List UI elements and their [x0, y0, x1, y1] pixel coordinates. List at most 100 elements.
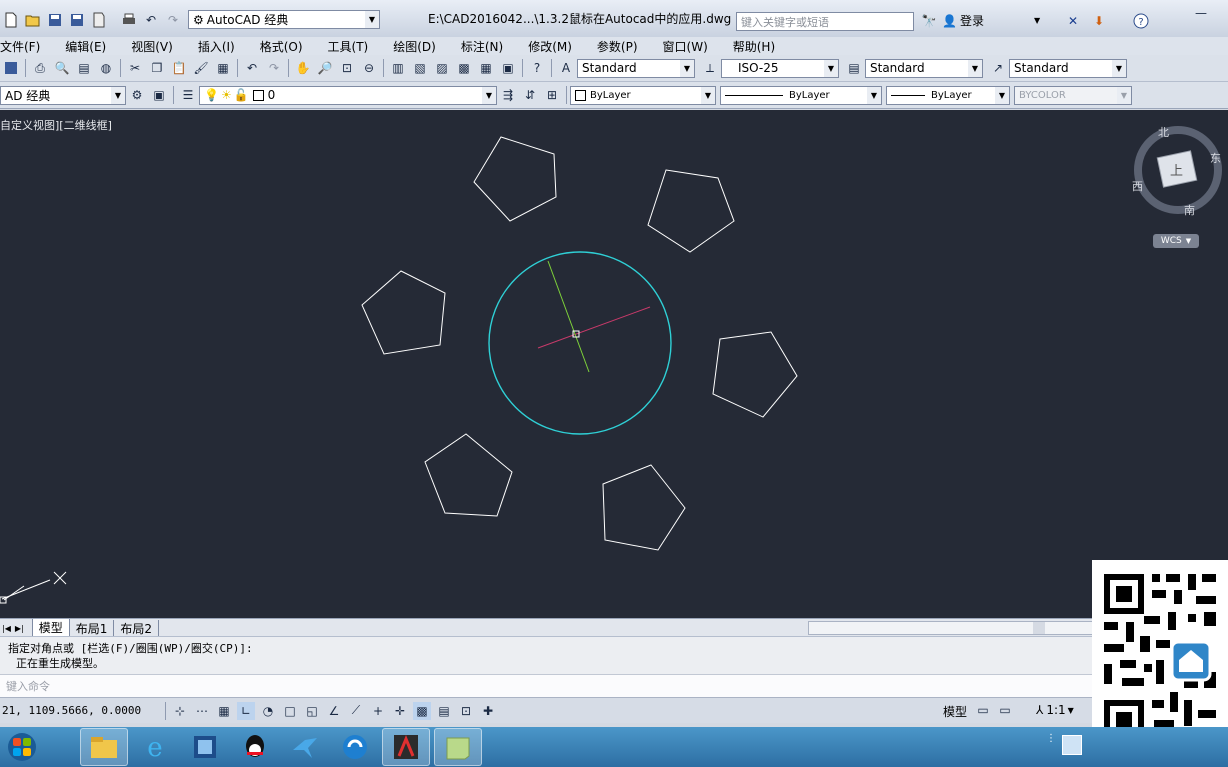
plot-preview-icon[interactable]: 🔍	[53, 59, 71, 77]
scrollbar-thumb[interactable]	[1033, 622, 1045, 634]
copy-icon[interactable]: ❐	[148, 59, 166, 77]
zoom-window-icon[interactable]: ⊡	[338, 59, 356, 77]
horizontal-scrollbar[interactable]	[808, 621, 1094, 635]
markup-icon[interactable]: ▦	[477, 59, 495, 77]
wcs-button[interactable]: WCS ▼	[1153, 234, 1199, 248]
exchange-icon[interactable]: ✕	[1064, 12, 1082, 30]
menu-format[interactable]: 格式(O)	[260, 38, 303, 55]
search-input[interactable]: 键入关键字或短语	[736, 12, 914, 31]
taskbar-sync-app[interactable]	[332, 729, 378, 765]
pentagon-6[interactable]	[602, 464, 686, 551]
menu-file[interactable]: 文件(F)	[0, 38, 40, 55]
tray-screen-icon[interactable]	[1062, 735, 1082, 755]
zoom-previous-icon[interactable]: ⊖	[360, 59, 378, 77]
ortho-icon[interactable]: ∟	[237, 701, 255, 720]
print-icon[interactable]: ⎙	[31, 59, 49, 77]
menu-insert[interactable]: 插入(I)	[198, 38, 235, 55]
ducs-icon[interactable]: ⟋	[347, 702, 365, 720]
3d-osnap-icon[interactable]: ◱	[303, 702, 321, 720]
undo-icon[interactable]: ↶	[142, 11, 160, 29]
viewcube-west-label[interactable]: 西	[1132, 178, 1143, 194]
viewcube[interactable]: 上 北 东 西 南	[1132, 126, 1224, 218]
open-folder-icon[interactable]	[24, 11, 42, 29]
viewcube-north-label[interactable]: 北	[1158, 124, 1169, 140]
dyn-icon[interactable]: +	[369, 702, 387, 720]
new-file-icon[interactable]	[2, 11, 20, 29]
pentagon-5[interactable]	[424, 433, 513, 517]
save-icon[interactable]	[46, 11, 64, 29]
menu-tools[interactable]: 工具(T)	[328, 38, 369, 55]
taskbar-bird-app[interactable]	[282, 729, 328, 765]
quick-properties-icon[interactable]: ▤	[435, 702, 453, 720]
undo-icon[interactable]: ↶	[243, 59, 261, 77]
color-dropdown[interactable]: ByLayer ▼	[570, 85, 716, 105]
match-properties-icon[interactable]: 🖌	[192, 59, 210, 77]
menu-window[interactable]: 窗口(W)	[663, 38, 708, 55]
polar-icon[interactable]: ◔	[259, 702, 277, 720]
3d-dwf-icon[interactable]: ◍	[97, 59, 115, 77]
linetype-dropdown[interactable]: ByLayer ▼	[720, 85, 882, 105]
tab-layout2[interactable]: 布局2	[114, 619, 160, 637]
tab-nav-first-icon[interactable]: |◀	[2, 624, 11, 633]
properties-icon[interactable]: ▥	[389, 59, 407, 77]
sheet-set-icon[interactable]: ▩	[455, 59, 473, 77]
taskbar-autocad[interactable]	[382, 728, 430, 766]
pentagon-2[interactable]	[647, 169, 735, 253]
tab-layout1[interactable]: 布局1	[70, 619, 115, 637]
osnap-icon[interactable]: □	[281, 702, 299, 720]
workspace-icon[interactable]: ▣	[150, 86, 168, 104]
minimize-icon[interactable]: —	[1192, 4, 1210, 22]
cut-icon[interactable]: ✂	[126, 59, 144, 77]
selection-cycling-icon[interactable]: ⊡	[457, 702, 475, 720]
pentagon-4[interactable]	[712, 331, 798, 418]
otrack-icon[interactable]: ∠	[325, 702, 343, 720]
taskbar-ie[interactable]: e	[132, 729, 178, 765]
zoom-realtime-icon[interactable]: 🔎	[316, 59, 334, 77]
layer-dropdown[interactable]: 💡 ☀ 🔓 0 ▼	[199, 85, 497, 105]
paste-icon[interactable]: 📋	[170, 59, 188, 77]
dim-style-icon[interactable]: ⟂	[701, 59, 719, 77]
taskbar-notes[interactable]	[434, 728, 482, 766]
save-as-icon[interactable]	[68, 11, 86, 29]
menu-draw[interactable]: 绘图(D)	[393, 38, 436, 55]
publish-icon[interactable]	[90, 11, 108, 29]
command-input[interactable]: 键入命令	[0, 674, 1092, 697]
viewcube-east-label[interactable]: 东	[1210, 150, 1221, 166]
table-style-dropdown[interactable]: Standard ▼	[865, 58, 983, 78]
mleader-style-dropdown[interactable]: Standard ▼	[1009, 58, 1127, 78]
publish-icon[interactable]: ▤	[75, 59, 93, 77]
circle[interactable]	[488, 251, 672, 435]
viewcube-south-label[interactable]: 南	[1184, 202, 1195, 218]
dim-style-dropdown[interactable]: ISO-25 ▼	[721, 58, 839, 78]
quick-view-layouts-icon[interactable]: ▭	[974, 701, 992, 719]
table-style-icon[interactable]: ▤	[845, 59, 863, 77]
text-style-dropdown[interactable]: Standard ▼	[577, 58, 695, 78]
pan-icon[interactable]: ✋	[294, 59, 312, 77]
start-button[interactable]	[2, 729, 42, 765]
calculator-icon[interactable]: ▣	[499, 59, 517, 77]
viewcube-top-label[interactable]: 上	[1170, 160, 1183, 179]
tab-model[interactable]: 模型	[31, 619, 70, 637]
infer-constraints-icon[interactable]: ⊹	[171, 702, 189, 720]
coordinates[interactable]: 21, 1109.5666, 0.0000	[0, 704, 162, 717]
save-icon[interactable]	[2, 59, 20, 77]
plot-icon[interactable]	[120, 11, 138, 29]
menu-dimension[interactable]: 标注(N)	[461, 38, 503, 55]
menu-edit[interactable]: 编辑(E)	[65, 38, 106, 55]
gear-icon[interactable]: ⚙	[128, 86, 146, 104]
lineweight-icon[interactable]: ✛	[391, 702, 409, 720]
layer-previous-icon[interactable]: ⇵	[521, 86, 539, 104]
help-icon[interactable]: ?	[528, 59, 546, 77]
app-store-icon[interactable]: ⬇	[1090, 12, 1108, 30]
taskbar-media[interactable]	[182, 729, 228, 765]
layer-manager-icon[interactable]: ☰	[179, 86, 197, 104]
space-toggle[interactable]: 模型	[943, 703, 967, 720]
redo-icon[interactable]: ↷	[164, 11, 182, 29]
menu-help[interactable]: 帮助(H)	[733, 38, 775, 55]
mleader-style-icon[interactable]: ↗	[989, 59, 1007, 77]
taskbar-file-explorer[interactable]	[80, 728, 128, 766]
block-editor-icon[interactable]: ▦	[214, 59, 232, 77]
annotation-scale[interactable]: ⅄ 1:1 ▼	[1036, 703, 1074, 717]
tool-palettes-icon[interactable]: ▨	[433, 59, 451, 77]
pentagon-3[interactable]	[361, 270, 446, 355]
